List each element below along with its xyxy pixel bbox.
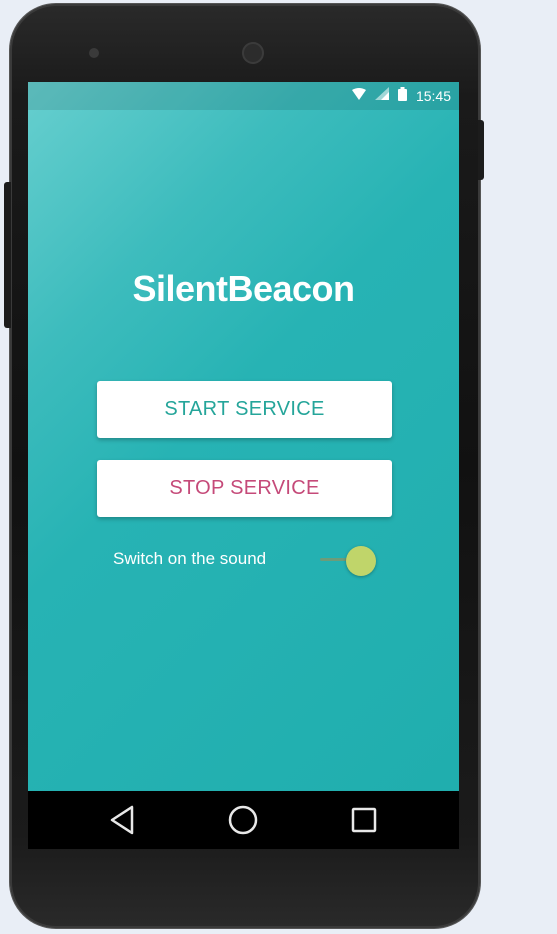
volume-button: [4, 182, 11, 328]
recents-icon[interactable]: [346, 802, 382, 838]
front-camera: [89, 48, 99, 58]
sound-switch-label: Switch on the sound: [113, 549, 267, 568]
start-service-button[interactable]: START SERVICE: [97, 381, 392, 438]
app-title: SilentBeacon: [132, 268, 355, 309]
sound-toggle-switch[interactable]: [318, 546, 378, 576]
clock: 15:45: [415, 88, 451, 104]
earpiece-speaker: [242, 42, 264, 64]
status-bar: 15:45: [28, 82, 459, 110]
cellular-signal-icon: [374, 87, 389, 105]
wifi-icon: [351, 87, 366, 105]
navigation-bar: [28, 791, 459, 849]
home-icon[interactable]: [225, 802, 261, 838]
back-icon[interactable]: [106, 802, 142, 838]
switch-thumb: [346, 546, 376, 576]
stop-service-button[interactable]: STOP SERVICE: [97, 460, 392, 517]
app-screen: 15:45 SilentBeacon START SERVICE STOP SE…: [28, 82, 459, 791]
power-button: [478, 120, 484, 180]
battery-icon: [397, 86, 407, 106]
